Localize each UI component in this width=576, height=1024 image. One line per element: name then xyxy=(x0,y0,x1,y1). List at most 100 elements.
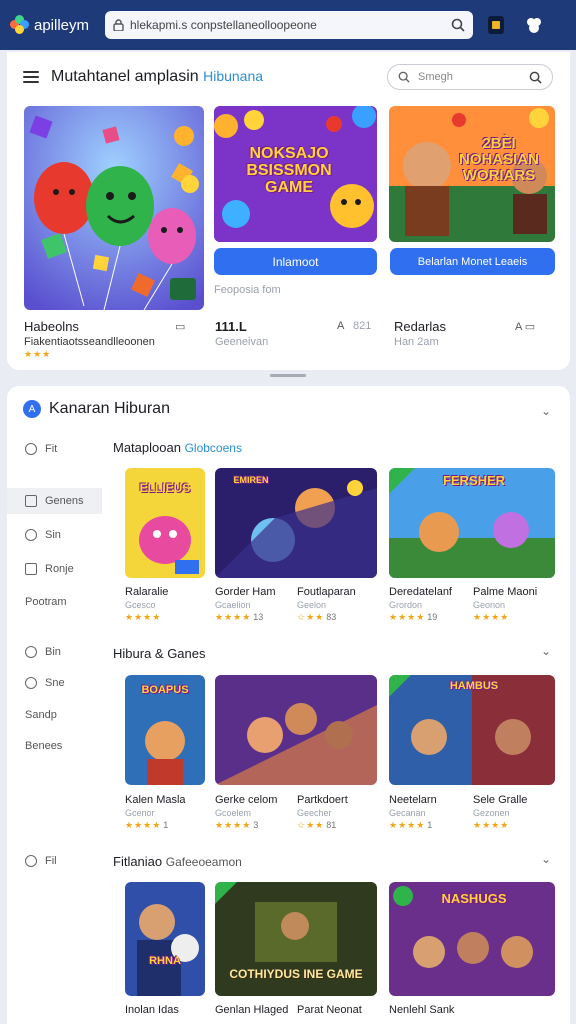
game-sub: Grordon xyxy=(389,600,423,610)
game-tile[interactable]: ELLIEUS xyxy=(125,468,205,578)
game-tile[interactable]: BOAPUS xyxy=(125,675,205,785)
brand[interactable]: apilleym xyxy=(10,15,105,35)
search-placeholder: Smegh xyxy=(418,71,453,83)
game-tile[interactable]: EMIREN xyxy=(215,468,377,578)
sidebar-item-label: Genens xyxy=(45,495,84,507)
game-name: Inolan Idas xyxy=(125,1004,179,1016)
game-sub: Gcenor xyxy=(125,808,155,818)
brand-name: apilleym xyxy=(34,16,90,34)
game-sub: Gecanan xyxy=(389,808,426,818)
sidebar-item[interactable]: Genens xyxy=(7,488,102,514)
url-text: hlekapmi.s conpstellaneolloopeone xyxy=(130,18,317,32)
game-artwork xyxy=(125,882,205,996)
game-tile[interactable]: HAMBUS xyxy=(389,675,555,785)
drag-handle[interactable] xyxy=(270,374,306,377)
lock-icon xyxy=(113,19,124,31)
section-title-text: Hibura & Ganes xyxy=(113,646,206,661)
game-artwork xyxy=(215,675,377,785)
game-name: Gorder Ham xyxy=(215,586,276,598)
sidebar-item-label: Ronje xyxy=(45,563,74,575)
sidebar-item[interactable]: Benees xyxy=(7,733,102,759)
address-bar[interactable]: hlekapmi.s conpstellaneolloopeone xyxy=(105,11,473,39)
game-name: Gerke celom xyxy=(215,794,278,806)
sidebar-item-label: Benees xyxy=(25,740,63,752)
square-icon xyxy=(25,495,37,507)
sidebar-item[interactable]: Sne xyxy=(7,670,102,696)
section-title: Hibura & Ganes xyxy=(113,646,206,661)
game-name: Deredatelanf xyxy=(389,586,452,598)
game-name: Kalen Masla xyxy=(125,794,186,806)
browser-toolbar: apilleym hlekapmi.s conpstellaneolloopeo… xyxy=(0,0,576,50)
featured-header: Mutahtanel amplasin Hibunana Smegh xyxy=(23,64,553,90)
game-name: Partkdoert xyxy=(297,794,348,806)
featured-name: 111.L xyxy=(215,319,247,334)
search-icon[interactable] xyxy=(451,18,465,32)
sidebar-item-label: Fit xyxy=(45,443,58,455)
search-submit-icon[interactable] xyxy=(529,71,542,84)
game-name: Neetelarn xyxy=(389,794,437,806)
search-input[interactable]: Smegh xyxy=(387,64,553,90)
section-title-text: Mataplooan xyxy=(113,440,181,455)
page-title: Mutahtanel amplasin Hibunana xyxy=(51,68,263,86)
user-icon: A xyxy=(337,320,345,332)
balloons-artwork xyxy=(24,106,204,310)
featured-tile[interactable]: 2BÈI NOHASIAN WORIARS xyxy=(389,106,555,242)
sidebar-item-label: Sin xyxy=(45,529,61,541)
account-icon[interactable] xyxy=(523,14,545,36)
screen-icon: ▭ xyxy=(175,321,186,333)
game-sub: Gcaelion xyxy=(215,600,251,610)
game-name: Sele Gralle xyxy=(473,794,528,806)
clock-icon xyxy=(25,443,37,455)
featured-cta-button[interactable]: Belarlan Monet Leaeis xyxy=(390,248,555,275)
rating-stars: ★★★★ xyxy=(125,612,162,622)
rating-stars: ★★★★ xyxy=(473,820,510,830)
game-name: Genlan Hlaged xyxy=(215,1004,289,1016)
artwork-title: NOKSAJO BSISSMON GAME xyxy=(246,145,332,196)
game-sub: Gezonen xyxy=(473,808,510,818)
featured-cta-button[interactable]: Inlamoot xyxy=(214,248,377,275)
rating-stars: ☆★★ 83 xyxy=(297,612,337,622)
chevron-down-icon[interactable]: ⌄ xyxy=(541,852,551,866)
sidebar-item[interactable]: Ronje xyxy=(7,556,102,582)
extension-icon[interactable] xyxy=(485,14,507,36)
menu-icon[interactable] xyxy=(23,71,39,83)
game-tile[interactable]: RHNA xyxy=(125,882,205,996)
featured-tile[interactable] xyxy=(24,106,204,310)
section-title-accent: Globcoens xyxy=(184,441,242,455)
game-tile[interactable]: NASHUGS xyxy=(389,882,555,996)
sidebar-item[interactable]: Pootram xyxy=(7,589,102,615)
sidebar-item[interactable]: Sandp xyxy=(7,702,102,728)
sidebar-item[interactable]: Bin xyxy=(7,639,102,665)
game-sub: Gcoelem xyxy=(215,808,252,818)
featured-name: Redarlas xyxy=(394,319,447,334)
rating-stars: ★★★★ 19 xyxy=(389,612,438,622)
chevron-down-icon[interactable]: ⌄ xyxy=(541,644,551,658)
entertainment-card: A Kanaran Hiburan ⌄ Fit Genens Sin Ronje… xyxy=(7,386,570,1024)
featured-sub: Han 2am xyxy=(394,336,439,348)
rating-stars: ☆★★ 81 xyxy=(297,820,337,830)
sidebar-item-label: Sne xyxy=(45,677,65,689)
rating-stars: ★★★ xyxy=(24,349,52,359)
search-icon xyxy=(398,71,410,83)
section-title: Mataplooan Globcoens xyxy=(113,440,242,455)
game-name: Palme Maoni xyxy=(473,586,538,598)
sidebar-item[interactable]: Fit xyxy=(7,436,102,462)
game-tile[interactable] xyxy=(215,675,377,785)
featured-tile[interactable]: NOKSAJO BSISSMON GAME xyxy=(214,106,377,242)
game-tile[interactable]: FERSHER xyxy=(389,468,555,578)
featured-card: Mutahtanel amplasin Hibunana Smegh NOKSA… xyxy=(7,52,570,370)
clock-icon xyxy=(25,646,37,658)
game-tile[interactable]: COTHIYDUS INE GAME xyxy=(215,882,377,996)
sidebar-item-label: Fil xyxy=(45,855,57,867)
sidebar-item[interactable]: Fil xyxy=(7,848,102,874)
artwork-title: BOAPUS xyxy=(141,684,189,696)
featured-name: Habeolns xyxy=(24,319,79,334)
sidebar-item[interactable]: Sin xyxy=(7,522,102,548)
artwork-title: NASHUGS xyxy=(441,891,507,906)
section-header: A Kanaran Hiburan xyxy=(23,400,170,418)
artwork-title: COTHIYDUS INE GAME xyxy=(229,967,363,981)
game-name: Parat Neonat xyxy=(297,1004,362,1016)
game-sub: Geelon xyxy=(297,600,327,610)
chevron-down-icon[interactable]: ⌄ xyxy=(541,404,551,418)
artwork-title: FERSHER xyxy=(442,473,506,488)
